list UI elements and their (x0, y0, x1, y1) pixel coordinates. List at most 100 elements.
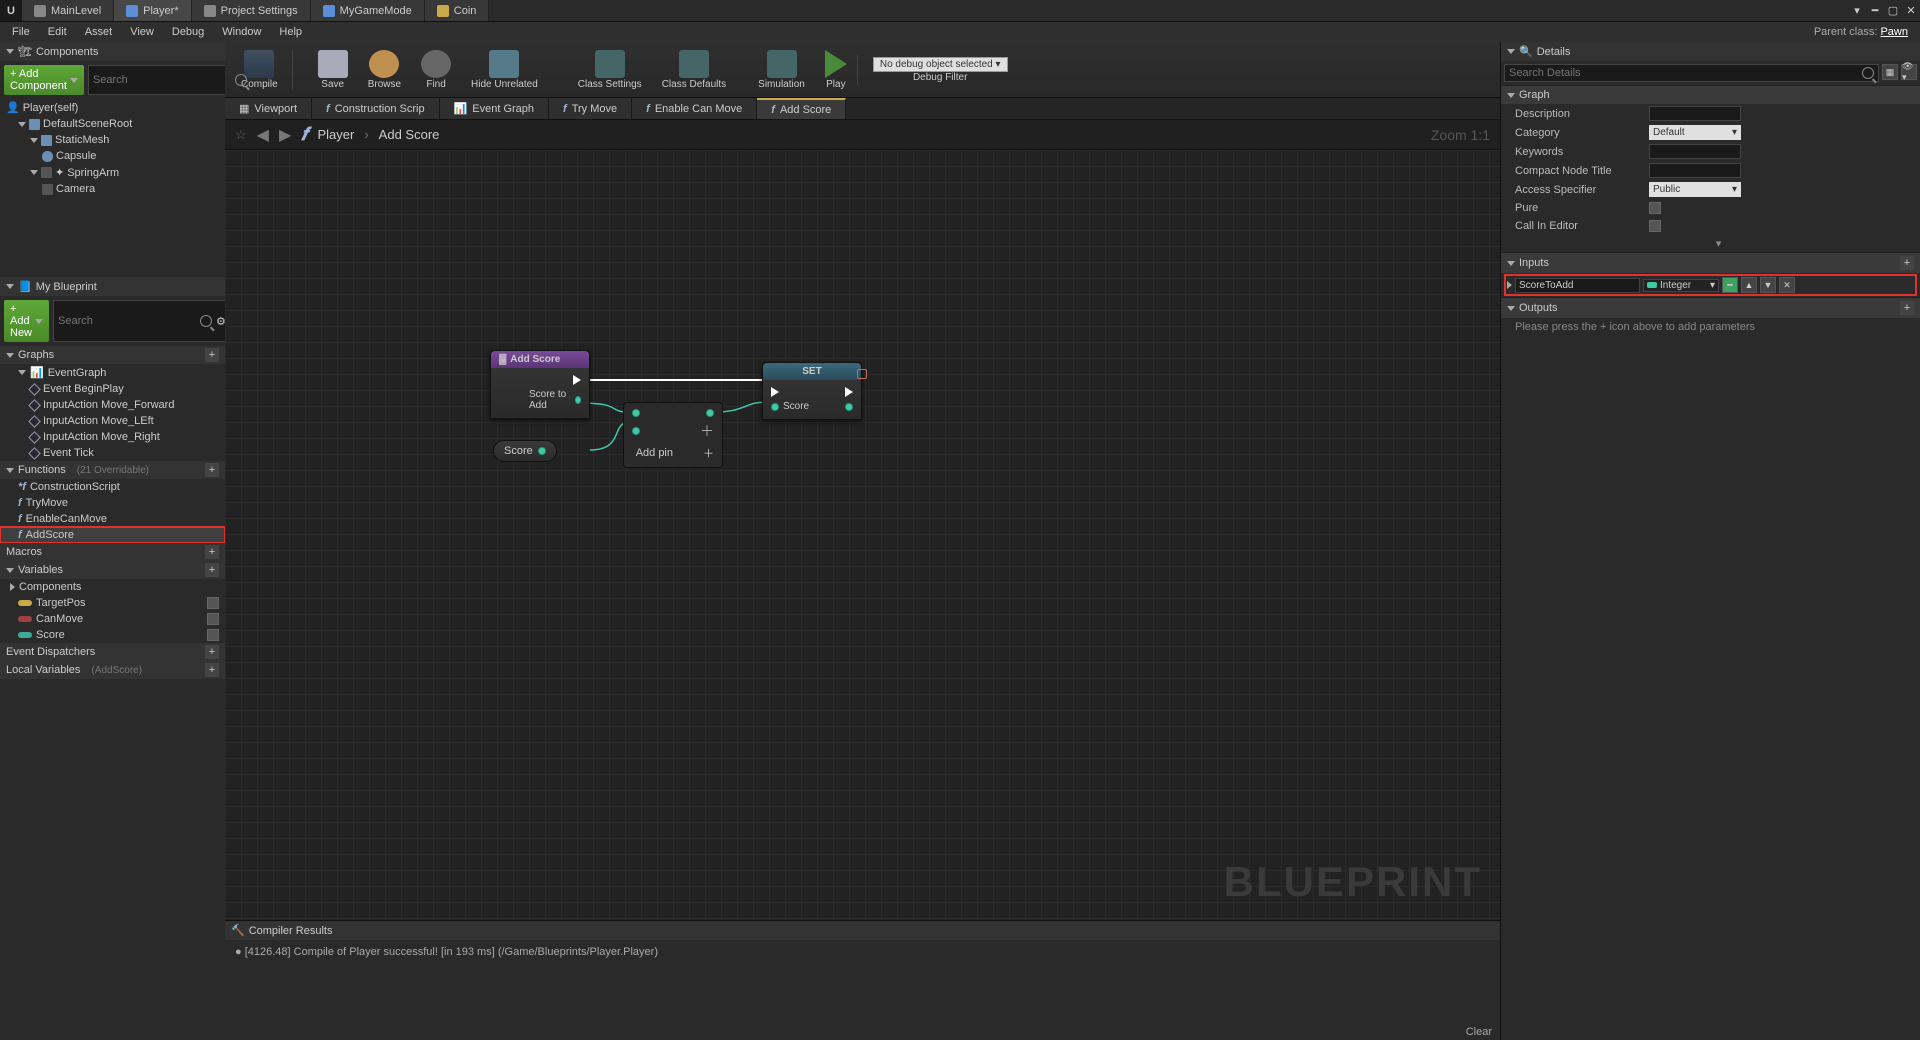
delegate-pin[interactable] (857, 369, 867, 379)
window-help-icon[interactable]: ▾ (1848, 0, 1866, 21)
add-component-button[interactable]: + Add Component (4, 65, 84, 95)
blueprint-search[interactable]: ⚙▾ (53, 300, 236, 342)
my-blueprint-header[interactable]: 📘 My Blueprint (0, 277, 225, 296)
data-in-pin[interactable] (632, 409, 640, 417)
exec-in-pin[interactable] (771, 387, 779, 397)
component-item[interactable]: Camera (0, 181, 225, 197)
node-set-variable[interactable]: SET Score (762, 362, 862, 420)
graph-event[interactable]: Event Tick (0, 445, 225, 461)
var-visible-toggle[interactable] (207, 597, 219, 609)
variables-section[interactable]: Variables+ (0, 561, 225, 579)
compiler-results-header[interactable]: 🔨 Compiler Results (225, 921, 1500, 940)
graphs-section[interactable]: Graphs+ (0, 346, 225, 364)
class-defaults-button[interactable]: Class Defaults (652, 48, 736, 92)
tab-construction-script[interactable]: fConstruction Scrip (312, 98, 440, 119)
tab-viewport[interactable]: ▦ Viewport (225, 98, 312, 119)
component-item[interactable]: StaticMesh (0, 132, 225, 148)
tab-player[interactable]: Player* (114, 0, 191, 21)
menu-file[interactable]: File (4, 24, 38, 40)
simulation-button[interactable]: Simulation (748, 48, 815, 92)
function-item[interactable]: *fConstructionScript (0, 479, 225, 495)
tab-add-score[interactable]: fAdd Score (757, 98, 846, 119)
menu-debug[interactable]: Debug (164, 24, 212, 40)
add-new-button[interactable]: + Add New (4, 300, 49, 342)
nav-forward-button[interactable]: ▶ (279, 125, 291, 145)
add-pin-button[interactable]: ＋ (703, 445, 714, 461)
dispatchers-section[interactable]: Event Dispatchers+ (0, 643, 225, 661)
functions-section[interactable]: Functions (21 Overridable)+ (0, 461, 225, 479)
variable-item[interactable]: TargetPos (0, 595, 225, 611)
add-variable-button[interactable]: + (205, 563, 219, 577)
graph-canvas[interactable]: ▓ Add Score Score to Add Score ＋ Add pin… (225, 150, 1500, 920)
window-maximize-button[interactable]: ▢ (1884, 0, 1902, 21)
component-item[interactable]: ✦SpringArm (0, 164, 225, 181)
details-matrix-button[interactable]: ▦ (1882, 64, 1898, 80)
category-dropdown[interactable]: Default▾ (1649, 125, 1741, 140)
add-macro-button[interactable]: + (205, 545, 219, 559)
find-button[interactable]: Find (411, 48, 461, 92)
debug-object-dropdown[interactable]: No debug object selected ▾ (873, 57, 1008, 72)
window-close-button[interactable]: ✕ (1902, 0, 1920, 21)
menu-help[interactable]: Help (271, 24, 310, 40)
call-in-editor-checkbox[interactable] (1649, 220, 1661, 232)
component-root[interactable]: 👤 Player(self) (0, 99, 225, 116)
menu-asset[interactable]: Asset (77, 24, 121, 40)
compiler-clear-button[interactable]: Clear (1466, 1026, 1492, 1038)
save-button[interactable]: Save (308, 48, 358, 92)
add-output-button[interactable]: + (1900, 301, 1914, 315)
graph-event[interactable]: InputAction Move_LEft (0, 413, 225, 429)
hide-unrelated-button[interactable]: Hide Unrelated (461, 48, 548, 92)
add-local-var-button[interactable]: + (205, 663, 219, 677)
param-move-up-button[interactable]: ▲ (1741, 277, 1757, 293)
graph-item[interactable]: 📊 EventGraph (0, 364, 225, 381)
expand-icon[interactable] (1507, 281, 1512, 289)
variable-item[interactable]: CanMove (0, 611, 225, 627)
param-name-input[interactable] (1515, 278, 1640, 293)
graph-event[interactable]: InputAction Move_Right (0, 429, 225, 445)
play-button[interactable]: Play (815, 48, 857, 92)
data-in-pin[interactable] (632, 427, 640, 435)
component-item[interactable]: DefaultSceneRoot (0, 116, 225, 132)
variable-item[interactable]: Score (0, 627, 225, 643)
var-visible-toggle[interactable] (207, 613, 219, 625)
favorite-icon[interactable]: ☆ (235, 127, 247, 143)
breadcrumb-root[interactable]: Player (317, 127, 354, 142)
details-search-input[interactable] (1509, 67, 1862, 79)
components-panel-header[interactable]: 🏗 Components (0, 42, 225, 61)
node-function-entry[interactable]: ▓ Add Score Score to Add (490, 350, 590, 419)
description-input[interactable] (1649, 106, 1741, 121)
data-out-pin[interactable] (845, 403, 853, 411)
compact-title-input[interactable] (1649, 163, 1741, 178)
param-type-dropdown[interactable]: Integer▾ (1643, 279, 1719, 292)
data-in-pin[interactable] (771, 403, 779, 411)
parent-class-link[interactable]: Pawn (1880, 26, 1908, 38)
local-vars-section[interactable]: Local Variables (AddScore)+ (0, 661, 225, 679)
nav-back-button[interactable]: ◀ (257, 125, 269, 145)
blueprint-search-input[interactable] (58, 315, 200, 327)
add-function-button[interactable]: + (205, 463, 219, 477)
tab-coin[interactable]: Coin (425, 0, 490, 21)
tab-mainlevel[interactable]: MainLevel (22, 0, 114, 21)
graph-event[interactable]: InputAction Move_Forward (0, 397, 225, 413)
tab-mygamemode[interactable]: MyGameMode (311, 0, 425, 21)
function-item[interactable]: fTryMove (0, 495, 225, 511)
node-add-operator[interactable]: ＋ Add pin ＋ (623, 402, 723, 468)
browse-button[interactable]: Browse (358, 48, 411, 92)
component-item[interactable]: Capsule (0, 148, 225, 164)
tab-event-graph[interactable]: 📊 Event Graph (440, 98, 549, 119)
menu-window[interactable]: Window (214, 24, 269, 40)
inputs-section-header[interactable]: Inputs+ (1501, 253, 1920, 273)
exec-out-pin[interactable] (573, 375, 581, 385)
components-search-input[interactable] (93, 74, 235, 86)
menu-edit[interactable]: Edit (40, 24, 75, 40)
details-search[interactable] (1504, 64, 1879, 82)
class-settings-button[interactable]: Class Settings (568, 48, 652, 92)
tab-enable-can-move[interactable]: fEnable Can Move (632, 98, 757, 119)
graph-event[interactable]: Event BeginPlay (0, 381, 225, 397)
tab-project-settings[interactable]: Project Settings (192, 0, 311, 21)
param-move-down-button[interactable]: ▼ (1760, 277, 1776, 293)
add-graph-button[interactable]: + (205, 348, 219, 362)
access-specifier-dropdown[interactable]: Public▾ (1649, 182, 1741, 197)
details-visibility-button[interactable]: 👁▾ (1901, 64, 1917, 80)
exec-out-pin[interactable] (845, 387, 853, 397)
